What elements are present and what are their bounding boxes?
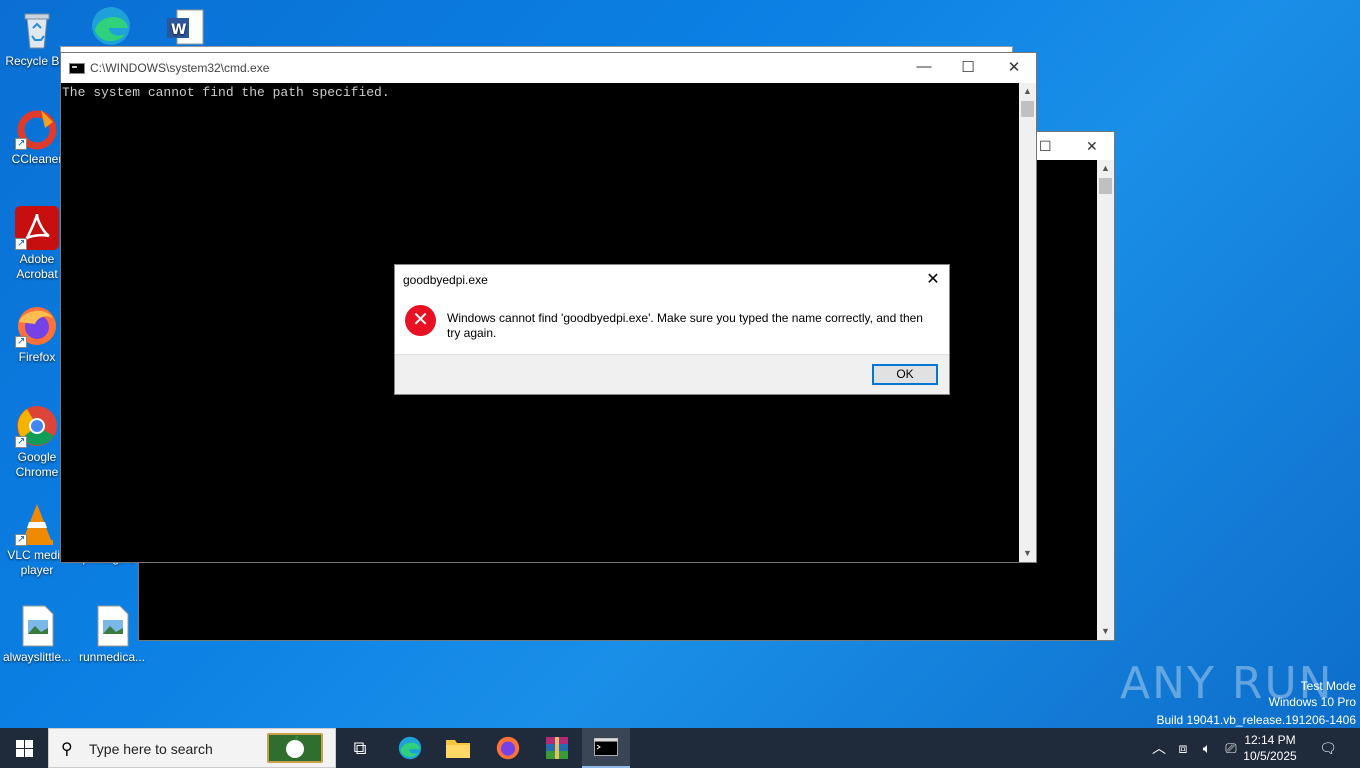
notification-center-icon[interactable]: 🗨︎	[1316, 728, 1340, 768]
clock-time: 12:14 PM	[1244, 733, 1296, 747]
cmd-taskbar-icon[interactable]	[582, 728, 630, 768]
scroll-down-arrow-icon[interactable]: ▼	[1019, 545, 1036, 562]
image-file-icon	[15, 604, 59, 648]
edge-icon	[89, 4, 133, 48]
firefox-icon	[15, 304, 59, 349]
cmd-scrollbar[interactable]: ▲ ▼	[1019, 83, 1036, 562]
cmd-app-icon	[69, 63, 85, 74]
word-document-icon: W	[163, 6, 207, 50]
scroll-thumb[interactable]	[1021, 101, 1034, 117]
error-icon: ✕	[405, 305, 436, 336]
test-mode-label: Test Mode	[1300, 679, 1356, 693]
shortcut-arrow-icon	[15, 334, 27, 349]
svg-text:W: W	[171, 22, 186, 38]
clock[interactable]: 12:14 PM 10/5/2025	[1238, 732, 1302, 764]
winrar-icon[interactable]	[533, 728, 581, 768]
cmd-title: C:\WINDOWS\system32\cmd.exe	[90, 61, 270, 75]
ccleaner-icon	[15, 106, 59, 151]
runmedica-label: runmedica...	[78, 650, 146, 664]
scroll-thumb[interactable]	[1099, 178, 1112, 194]
cmd-titlebar[interactable]: C:\WINDOWS\system32\cmd.exe — ☐ ✕	[61, 53, 1036, 83]
show-hidden-icons-chevron-icon[interactable]: ︿	[1150, 728, 1168, 768]
search-icon: ⚲	[61, 741, 73, 758]
dialog-title: goodbyedpi.exe	[403, 273, 488, 287]
vlc-icon	[15, 502, 59, 547]
background-close-button[interactable]: ✕	[1086, 138, 1098, 155]
clock-date: 10/5/2025	[1243, 749, 1297, 763]
error-dialog[interactable]: goodbyedpi.exe ✕ ✕ Windows cannot find '…	[394, 264, 950, 395]
search-highlight-image[interactable]	[267, 733, 323, 763]
dialog-close-button[interactable]: ✕	[923, 269, 943, 289]
dialog-message: Windows cannot find 'goodbyedpi.exe'. Ma…	[447, 311, 923, 340]
scroll-up-arrow-icon[interactable]: ▲	[1097, 160, 1114, 177]
image-file-icon	[90, 604, 134, 648]
scroll-down-arrow-icon[interactable]: ▼	[1097, 623, 1114, 640]
shortcut-arrow-icon	[15, 434, 27, 449]
shortcut-arrow-icon	[15, 532, 27, 547]
file-explorer-icon[interactable]	[434, 728, 482, 768]
shortcut-arrow-icon	[15, 236, 27, 251]
scroll-up-arrow-icon[interactable]: ▲	[1019, 83, 1036, 100]
google-chrome-icon	[15, 404, 59, 449]
recycle-bin-icon	[15, 8, 59, 52]
taskbar: ⚲ Type here to search ⧉ ︿ ⧈ 🔈︎ ⎚ 12:14 P…	[0, 728, 1360, 768]
windows-edition-label: Windows 10 Pro	[1268, 695, 1356, 709]
dialog-footer: OK	[395, 354, 949, 394]
ok-button[interactable]: OK	[872, 364, 938, 385]
start-button[interactable]	[0, 728, 48, 768]
desktop-icon-edge[interactable]	[74, 4, 148, 50]
maximize-button[interactable]: ☐	[945, 58, 991, 76]
shortcut-arrow-icon	[15, 136, 27, 151]
meet-now-icon[interactable]: ⧈	[1174, 728, 1192, 768]
task-view-icon[interactable]: ⧉	[336, 728, 384, 768]
edge-taskbar-icon[interactable]	[386, 728, 434, 768]
search-box[interactable]: ⚲ Type here to search	[48, 728, 336, 768]
close-button[interactable]: ✕	[991, 58, 1037, 76]
background-maximize-button[interactable]: ☐	[1039, 138, 1052, 155]
desktop-icon-alwayslittle[interactable]: alwayslittle...	[0, 604, 74, 665]
adobe-acrobat-icon	[15, 206, 59, 251]
firefox-taskbar-icon[interactable]	[484, 728, 532, 768]
build-label: Build 19041.vb_release.191206-1406	[1156, 713, 1357, 727]
search-input[interactable]: Type here to search	[89, 741, 213, 757]
background-scrollbar[interactable]: ▲ ▼	[1097, 160, 1114, 640]
minimize-button[interactable]: —	[901, 58, 947, 75]
volume-icon[interactable]: 🔈︎	[1197, 728, 1217, 768]
windows-logo-icon	[16, 740, 33, 757]
alwayslittle-label: alwayslittle...	[2, 650, 72, 664]
